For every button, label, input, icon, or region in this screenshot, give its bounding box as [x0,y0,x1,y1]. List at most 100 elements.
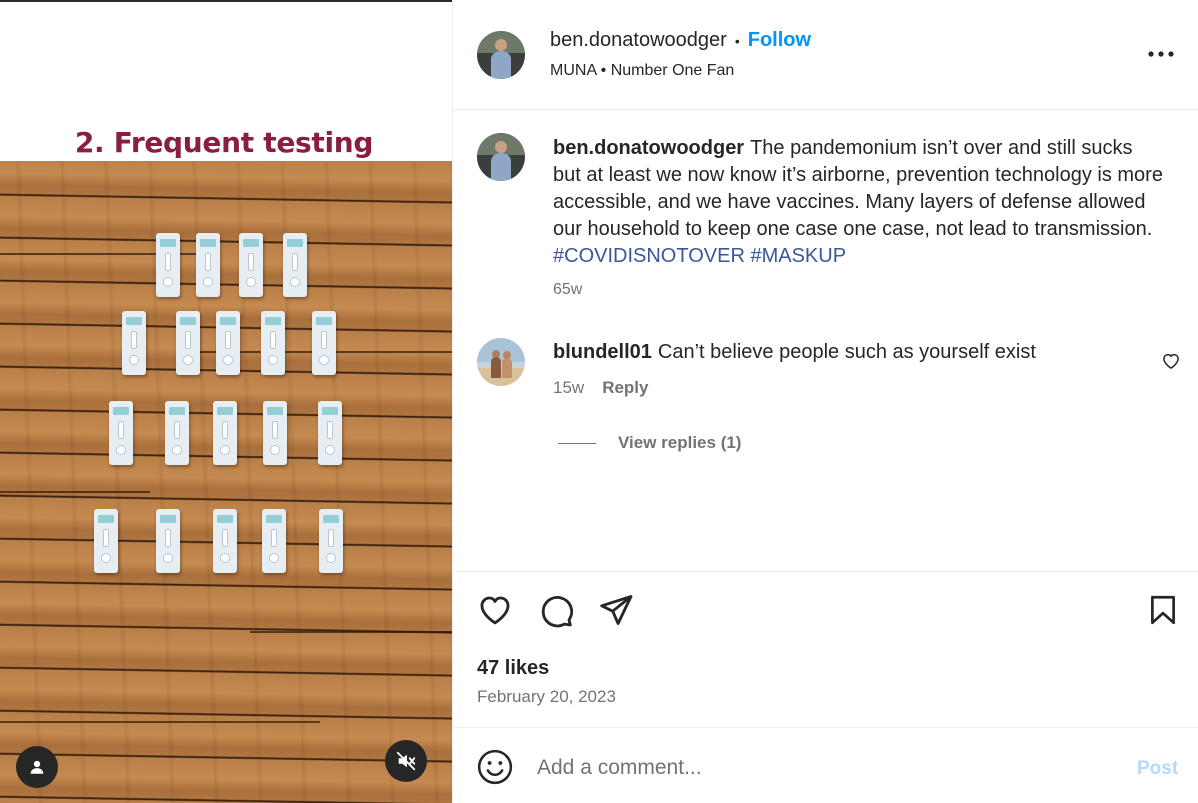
cassette-well [269,553,279,563]
antigen-test-cassette [283,233,307,297]
cassette-label [217,407,233,415]
antigen-test-cassette [239,233,263,297]
caption-timestamp[interactable]: 65w [553,281,582,299]
cassette-window [321,331,327,349]
tagged-users-button[interactable] [16,746,58,788]
cassette-well [220,553,230,563]
antigen-test-cassette [216,311,240,375]
cassette-window [165,253,171,271]
antigen-test-cassette [263,401,287,465]
floor-seam [0,491,150,493]
cassette-well [319,355,329,365]
post-date[interactable]: February 20, 2023 [477,687,616,707]
cassette-label [243,239,259,247]
caption-username[interactable]: ben.donatowoodger [553,137,744,159]
comment-timestamp[interactable]: 15w [553,378,584,398]
cassette-window [292,253,298,271]
comments-section[interactable]: ben.donatowoodger The pandemonium isn’t o… [453,111,1198,571]
smiley-icon [477,749,513,785]
avatar[interactable] [477,31,525,79]
cassette-label [126,317,142,325]
emoji-button[interactable] [476,748,514,786]
antigen-test-cassette [122,311,146,375]
heart-icon [480,596,510,625]
antigen-test-cassette [94,509,118,573]
commenter-avatar[interactable] [477,338,525,386]
save-button[interactable] [1144,591,1182,629]
cassette-window [205,253,211,271]
author-username[interactable]: ben.donatowoodger [550,29,727,52]
cassette-window [131,331,137,349]
cassette-well [101,553,111,563]
antigen-test-cassette [176,311,200,375]
slide-title: 2. Frequent testing [74,126,374,159]
post-details-panel: ben.donatowoodger • Follow MUNA • Number… [452,0,1198,803]
cassette-well [163,553,173,563]
antigen-test-cassette [213,509,237,573]
antigen-test-cassette [196,233,220,297]
antigen-test-cassette [109,401,133,465]
view-replies-button[interactable]: View replies (1) [558,433,741,453]
comment-text: Can’t believe people such as yourself ex… [657,341,1036,363]
cassette-label [180,317,196,325]
follow-button[interactable]: Follow [748,29,811,52]
commenter-username[interactable]: blundell01 [553,341,652,363]
hashtag-link[interactable]: #COVIDISNOTOVER [553,245,745,267]
antigen-test-cassette [213,401,237,465]
separator-dot: • [734,32,740,49]
cassette-window [118,421,124,439]
cassette-label [220,317,236,325]
post-photo [0,161,452,803]
antigen-test-cassette [262,509,286,573]
post-button[interactable]: Post [1137,758,1178,780]
cassette-window [328,529,334,547]
cassette-window [165,529,171,547]
floor-seam [0,721,320,723]
cassette-window [272,421,278,439]
cassette-well [183,355,193,365]
comment-composer: Post [453,727,1198,803]
cassette-well [203,277,213,287]
more-options-button[interactable] [1143,40,1179,68]
share-button[interactable] [597,591,635,629]
post-caption: ben.donatowoodger The pandemonium isn’t o… [553,135,1163,270]
likes-count[interactable]: 47 likes [477,657,549,680]
audio-subtitle[interactable]: MUNA • Number One Fan [550,62,734,80]
antigen-test-cassette [319,509,343,573]
audio-toggle-button[interactable] [385,740,427,782]
cassette-well [116,445,126,455]
antigen-test-cassette [261,311,285,375]
post-header: ben.donatowoodger • Follow MUNA • Number… [453,0,1198,110]
cassette-window [248,253,254,271]
cassette-window [270,331,276,349]
cassette-label [267,407,283,415]
cassette-window [222,421,228,439]
media-top-edge [0,0,452,2]
cassette-well [246,277,256,287]
cassette-label [265,317,281,325]
caption-avatar[interactable] [477,133,525,181]
cassette-window [271,529,277,547]
cassette-window [185,331,191,349]
cassette-window [174,421,180,439]
post-media[interactable]: 2. Frequent testing [0,0,452,803]
hashtag-link[interactable]: #MASKUP [750,245,846,267]
antigen-test-cassette [165,401,189,465]
speech-bubble-icon [541,596,574,628]
cassette-label [287,239,303,247]
reply-button[interactable]: Reply [602,378,648,398]
cassette-label [316,317,332,325]
cassette-label [266,515,282,523]
cassette-well [172,445,182,455]
cassette-label [323,515,339,523]
comment-like-button[interactable] [1161,351,1185,375]
cassette-well [326,553,336,563]
like-button[interactable] [476,591,514,629]
cassette-label [160,515,176,523]
cassette-label [322,407,338,415]
cassette-label [113,407,129,415]
comment-button[interactable] [537,591,575,629]
speaker-muted-icon [396,751,416,771]
comment-input[interactable] [537,752,1097,784]
person-icon [30,760,44,774]
